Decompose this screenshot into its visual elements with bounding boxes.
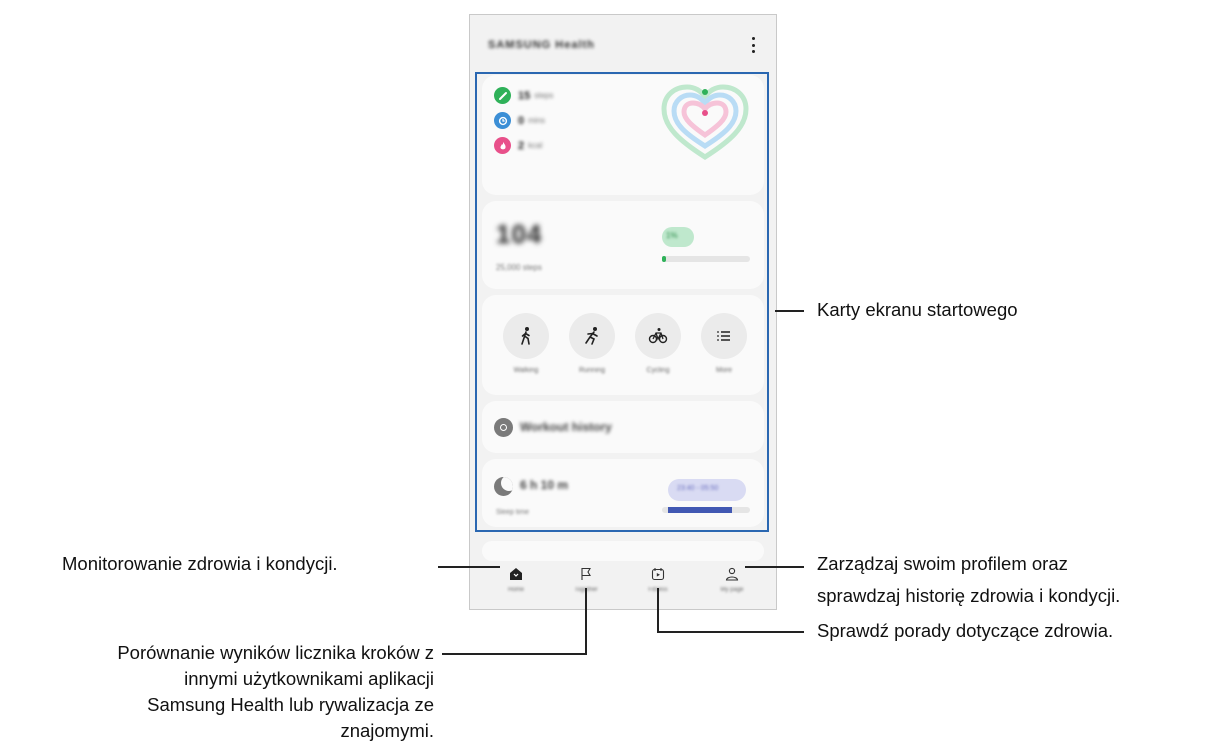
flag-icon [581, 567, 591, 580]
nav-my-page[interactable]: My page [702, 567, 762, 593]
home-cards-highlight [475, 72, 769, 532]
callout-cards: Karty ekranu startowego [817, 299, 1018, 320]
callout-line-together-vertical [585, 588, 587, 655]
callout-line-cards [775, 310, 804, 312]
more-vertical-icon[interactable] [752, 37, 756, 53]
nav-home-label: Home [507, 587, 524, 593]
callout-profile-line1: Zarządzaj swoim profilem oraz [817, 553, 1068, 574]
callout-line-fitness-vertical [657, 588, 659, 633]
app-title: SAMSUNG Health [488, 39, 595, 51]
callout-line-home [438, 566, 500, 568]
callout-together-line4: znajomymi. [340, 720, 434, 741]
phone-screen: SAMSUNG Health 15 steps 0 mins 2 kcal 10… [469, 14, 777, 610]
bottom-navigation: Home Together Fitness My page [470, 553, 776, 609]
callout-together-line3: Samsung Health lub rywalizacja ze [147, 694, 434, 715]
app-bar: SAMSUNG Health [470, 15, 776, 71]
person-icon [725, 567, 739, 581]
home-icon [510, 568, 522, 580]
callout-fitness: Sprawdź porady dotyczące zdrowia. [817, 620, 1114, 641]
callout-home: Monitorowanie zdrowia i kondycji. [62, 553, 338, 574]
nav-home[interactable]: Home [486, 567, 546, 593]
callout-line-together [442, 653, 587, 655]
callout-line-fitness [657, 631, 804, 633]
callout-together-line1: Porównanie wyników licznika kroków z [117, 642, 434, 663]
callout-together-line2: innymi użytkownikami aplikacji [184, 668, 434, 689]
callout-profile-line2: sprawdzaj historię zdrowia i kondycji. [817, 585, 1121, 606]
callout-line-profile [745, 566, 804, 568]
fitness-icon [651, 568, 665, 581]
nav-my-page-label: My page [720, 587, 744, 593]
